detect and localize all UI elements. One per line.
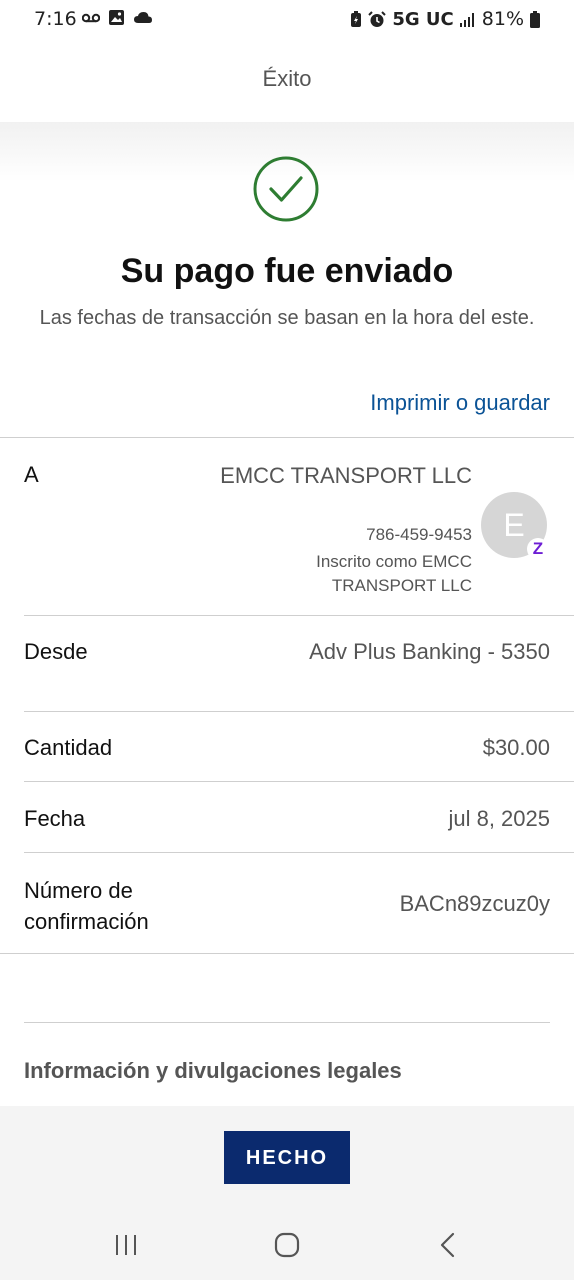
payee-phone: 786-459-9453 xyxy=(366,525,472,544)
success-title: Su pago fue enviado xyxy=(120,252,454,290)
page-title: Éxito xyxy=(262,66,312,91)
to-label: A xyxy=(24,462,39,487)
divider xyxy=(24,852,574,853)
recent-apps-icon[interactable] xyxy=(114,1233,138,1257)
system-nav-bar xyxy=(0,1208,574,1280)
alarm-icon xyxy=(368,10,387,27)
from-account: Adv Plus Banking - 5350 xyxy=(309,639,550,664)
battery-icon xyxy=(530,10,540,28)
done-button[interactable]: HECHO xyxy=(224,1131,350,1184)
from-label: Desde xyxy=(24,639,88,664)
status-icons-right: 5G UC 81% xyxy=(350,8,540,30)
timezone-note: Las fechas de transacción se basan en la… xyxy=(39,307,535,329)
divider xyxy=(0,437,574,438)
divider xyxy=(24,711,574,712)
signal-icon xyxy=(459,12,474,27)
zelle-badge-icon: Z xyxy=(527,538,549,560)
divider xyxy=(24,1022,550,1023)
home-icon[interactable] xyxy=(274,1232,300,1258)
date-value: jul 8, 2025 xyxy=(448,806,550,831)
voicemail-icon xyxy=(82,13,100,22)
amount-label: Cantidad xyxy=(24,735,113,760)
confirmation-number-label: Número de confirmación xyxy=(24,878,149,934)
back-icon[interactable] xyxy=(438,1232,458,1258)
divider xyxy=(24,615,574,616)
battery-percent: 81% xyxy=(481,8,524,30)
battery-saver-icon xyxy=(351,10,362,27)
check-circle-icon xyxy=(253,156,319,222)
app-header: Éxito xyxy=(0,40,574,122)
payee-name: EMCC TRANSPORT LLC xyxy=(220,463,472,488)
status-icons-left xyxy=(82,9,153,26)
payee-enrolled-as: Inscrito como EMCC TRANSPORT LLC xyxy=(316,552,472,595)
status-time: 7:16 xyxy=(34,8,77,30)
cloud-icon xyxy=(134,12,152,23)
date-label: Fecha xyxy=(24,806,86,831)
image-icon xyxy=(109,10,124,25)
amount-value: $30.00 xyxy=(482,735,550,760)
divider xyxy=(24,781,574,782)
network-type: 5G UC xyxy=(392,8,454,30)
legal-disclosures-link[interactable]: Información y divulgaciones legales xyxy=(24,1058,402,1084)
confirmation-number-value: BACn89zcuz0y xyxy=(399,891,550,916)
print-or-save-link[interactable]: Imprimir o guardar xyxy=(370,390,550,416)
status-bar: 7:16 5G UC 81% xyxy=(0,0,574,40)
divider xyxy=(0,953,574,954)
